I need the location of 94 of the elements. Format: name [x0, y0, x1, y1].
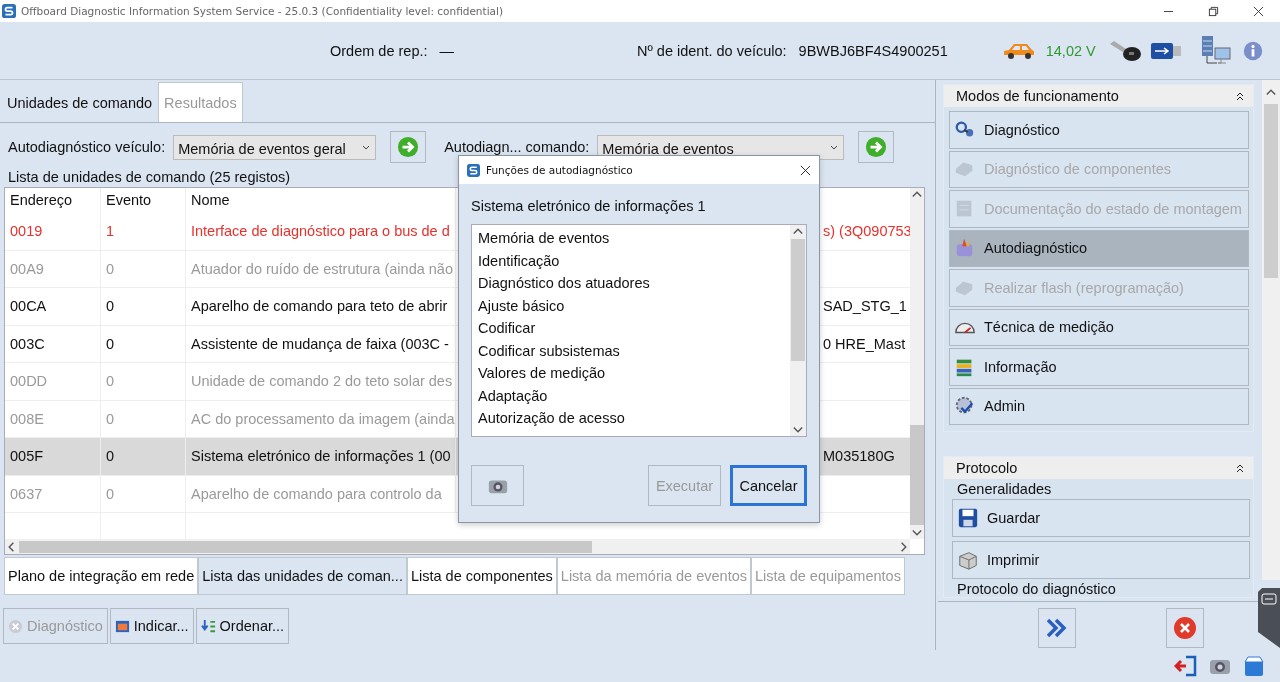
order-label: Ordem de rep.:: [330, 42, 428, 59]
table-cell: Unidade de comando 2 do teto solar des: [191, 373, 453, 390]
tab[interactable]: Lista das unidades de coman...: [198, 557, 407, 595]
cancel-button[interactable]: [1166, 608, 1204, 648]
tab[interactable]: Lista de componentes: [406, 557, 557, 595]
table-cell: s) (3Q090753: [823, 223, 912, 240]
go-button[interactable]: [858, 131, 895, 163]
table-cell: 005F: [10, 448, 44, 465]
window-title: Offboard Diagnostic Information System Service - 25.0.3 (Confidentiality level: confidential): [21, 5, 503, 17]
box-icon[interactable]: [1242, 654, 1266, 678]
table-cell: Atuador do ruído de estrutura (ainda não: [191, 260, 453, 277]
table-cell: 0 HRE_Mast: [823, 335, 906, 352]
table-cell: AC do processamento da imagem (ainda: [191, 410, 455, 427]
window-icon: [114, 618, 130, 634]
table-cell: Interface de diagnóstico para o bus de d: [191, 223, 450, 240]
list-item[interactable]: Ajuste básico: [478, 294, 784, 317]
group-label: Protocolo do diagnóstico: [956, 580, 1117, 597]
info-icon[interactable]: [1241, 39, 1264, 62]
list-item[interactable]: Autorização de acesso: [478, 407, 784, 430]
horizontal-scrollbar[interactable]: [5, 539, 910, 554]
table-cell: 003C: [10, 335, 45, 352]
list-title: Lista de unidades de comando (25 registos): [8, 169, 291, 185]
collapse-icon[interactable]: [1235, 463, 1245, 473]
mode-button[interactable]: Autodiagnóstico: [949, 229, 1249, 267]
section-header[interactable]: Modos de funcionamento: [944, 85, 1253, 107]
table-cell: 0: [106, 448, 115, 465]
action-button[interactable]: Ordenar...: [195, 608, 290, 644]
table-cell: 0: [106, 335, 115, 352]
dropdown[interactable]: Memória de eventos geral: [173, 134, 377, 160]
side-tab-icon[interactable]: [1258, 588, 1280, 648]
table-cell: Aparelho de comando para controlo da: [191, 485, 442, 502]
x-circle-icon: [8, 618, 23, 634]
group-label: Generalidades: [956, 480, 1053, 497]
forward-button[interactable]: [1038, 608, 1076, 648]
list-item[interactable]: Identificação: [478, 249, 784, 272]
table-cell: 1: [106, 223, 115, 240]
action-button[interactable]: Indicar...: [109, 608, 194, 644]
dialog-button[interactable]: Cancelar: [730, 465, 807, 506]
arrow-right-icon: [865, 136, 888, 158]
list-item[interactable]: Codificar subsistemas: [478, 339, 784, 362]
screenshot-button[interactable]: [471, 465, 524, 506]
order-value: —: [439, 42, 454, 59]
table-cell: 0: [106, 373, 115, 390]
vin-value: 9BWBJ6BF4S4900251: [798, 42, 948, 59]
table-cell: 008E: [10, 410, 44, 427]
mode-button[interactable]: Informação: [949, 348, 1249, 386]
table-cell: 00DD: [10, 373, 48, 390]
x-circle-icon: [1173, 616, 1197, 640]
close-icon[interactable]: [800, 164, 811, 176]
vertical-scrollbar[interactable]: [1262, 80, 1280, 580]
voltage-reading: 14,02 V: [1045, 42, 1096, 59]
mode-button[interactable]: Técnica de medição: [949, 308, 1249, 346]
table-cell: 0: [106, 298, 115, 315]
go-button[interactable]: [390, 131, 427, 163]
double-chevron-icon: [1045, 616, 1069, 640]
mode-button[interactable]: Diagnóstico: [949, 111, 1249, 149]
table-cell: M035180G: [823, 448, 895, 465]
table-cell: Aparelho de comando para teto de abrir: [191, 298, 448, 315]
exit-icon[interactable]: [1174, 654, 1198, 678]
mode-button[interactable]: Admin: [949, 387, 1249, 425]
column-header[interactable]: Endereço: [5, 188, 101, 213]
table-cell: 0019: [10, 223, 43, 240]
sort-icon: [200, 618, 216, 634]
list-item[interactable]: Memória de eventos: [478, 227, 784, 250]
vertical-scrollbar[interactable]: [790, 225, 806, 436]
dialog-title: Funções de autodiagnóstico: [486, 164, 633, 176]
app-logo-icon: [467, 163, 480, 177]
restore-icon[interactable]: [1208, 5, 1219, 17]
close-icon[interactable]: [1253, 5, 1264, 17]
list-item[interactable]: Valores de medição: [478, 362, 784, 385]
protocol-button[interactable]: Imprimir: [952, 541, 1250, 579]
table-cell: 0: [106, 410, 115, 427]
section-header[interactable]: Protocolo: [944, 457, 1253, 479]
table-cell: Sistema eletrónico de informações 1 (00: [191, 448, 451, 465]
printer-icon: [957, 549, 979, 571]
selector-label: Autodiagnóstico veículo:: [8, 139, 166, 155]
dialog-subtitle: Sistema eletrónico de informações 1: [471, 198, 707, 214]
tab[interactable]: Plano de integração em rede: [4, 557, 199, 595]
table-cell: 00CA: [10, 298, 47, 315]
table-cell: 0: [106, 485, 115, 502]
selector-label: Autodiagn... comando:: [444, 139, 590, 155]
table-cell: Assistente de mudança de faixa (003C -: [191, 335, 449, 352]
column-header[interactable]: Evento: [101, 188, 186, 213]
protocol-button[interactable]: Guardar: [952, 499, 1250, 537]
collapse-icon[interactable]: [1235, 91, 1245, 101]
table-cell: 0: [106, 260, 115, 277]
vin-label: Nº de ident. do veículo:: [637, 42, 787, 59]
vertical-scrollbar[interactable]: [910, 188, 924, 539]
usb-icon: [1149, 40, 1182, 61]
table-cell: 00A9: [10, 260, 44, 277]
table-cell: SAD_STG_1: [823, 298, 907, 315]
arrow-right-icon: [397, 136, 420, 158]
table-cell: 0637: [10, 485, 43, 502]
column-header[interactable]: Nome: [186, 188, 456, 213]
